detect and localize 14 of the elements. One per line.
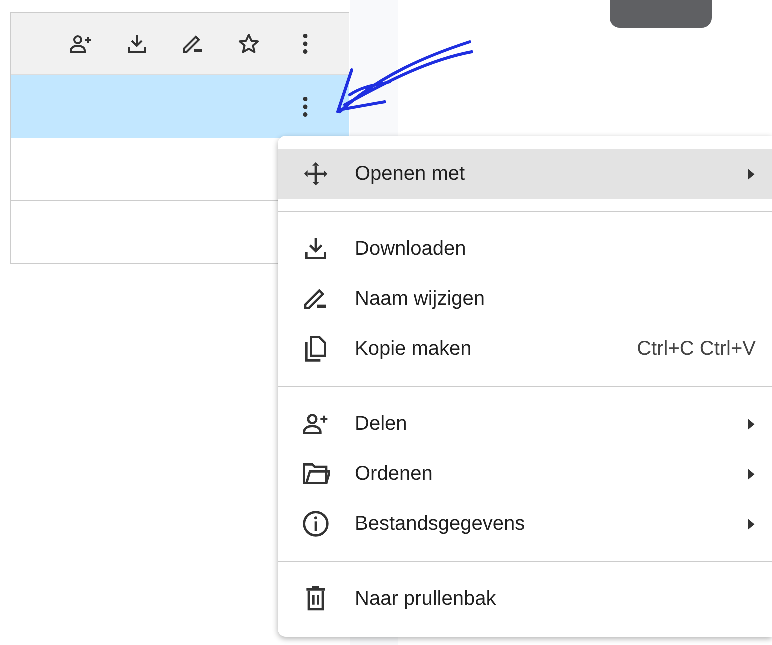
menu-item[interactable]: Delen — [278, 399, 772, 449]
info-icon — [302, 510, 330, 538]
more-icon — [302, 96, 308, 116]
more-icon — [302, 34, 308, 54]
menu-item[interactable]: Bestandsgegevens — [278, 499, 772, 549]
menu-item[interactable]: Naam wijzigen — [278, 274, 772, 324]
move-arrows-icon — [302, 160, 330, 188]
menu-item[interactable]: Ordenen — [278, 449, 772, 499]
menu-item[interactable]: Naar prullenbak — [278, 574, 772, 624]
star-icon — [237, 32, 261, 56]
menu-item[interactable]: Openen met — [278, 149, 772, 199]
shortcut-text: Ctrl+C Ctrl+V — [637, 338, 756, 360]
menu-item[interactable]: Downloaden — [278, 224, 772, 274]
menu-item[interactable]: Kopie maken Ctrl+C Ctrl+V — [278, 324, 772, 374]
